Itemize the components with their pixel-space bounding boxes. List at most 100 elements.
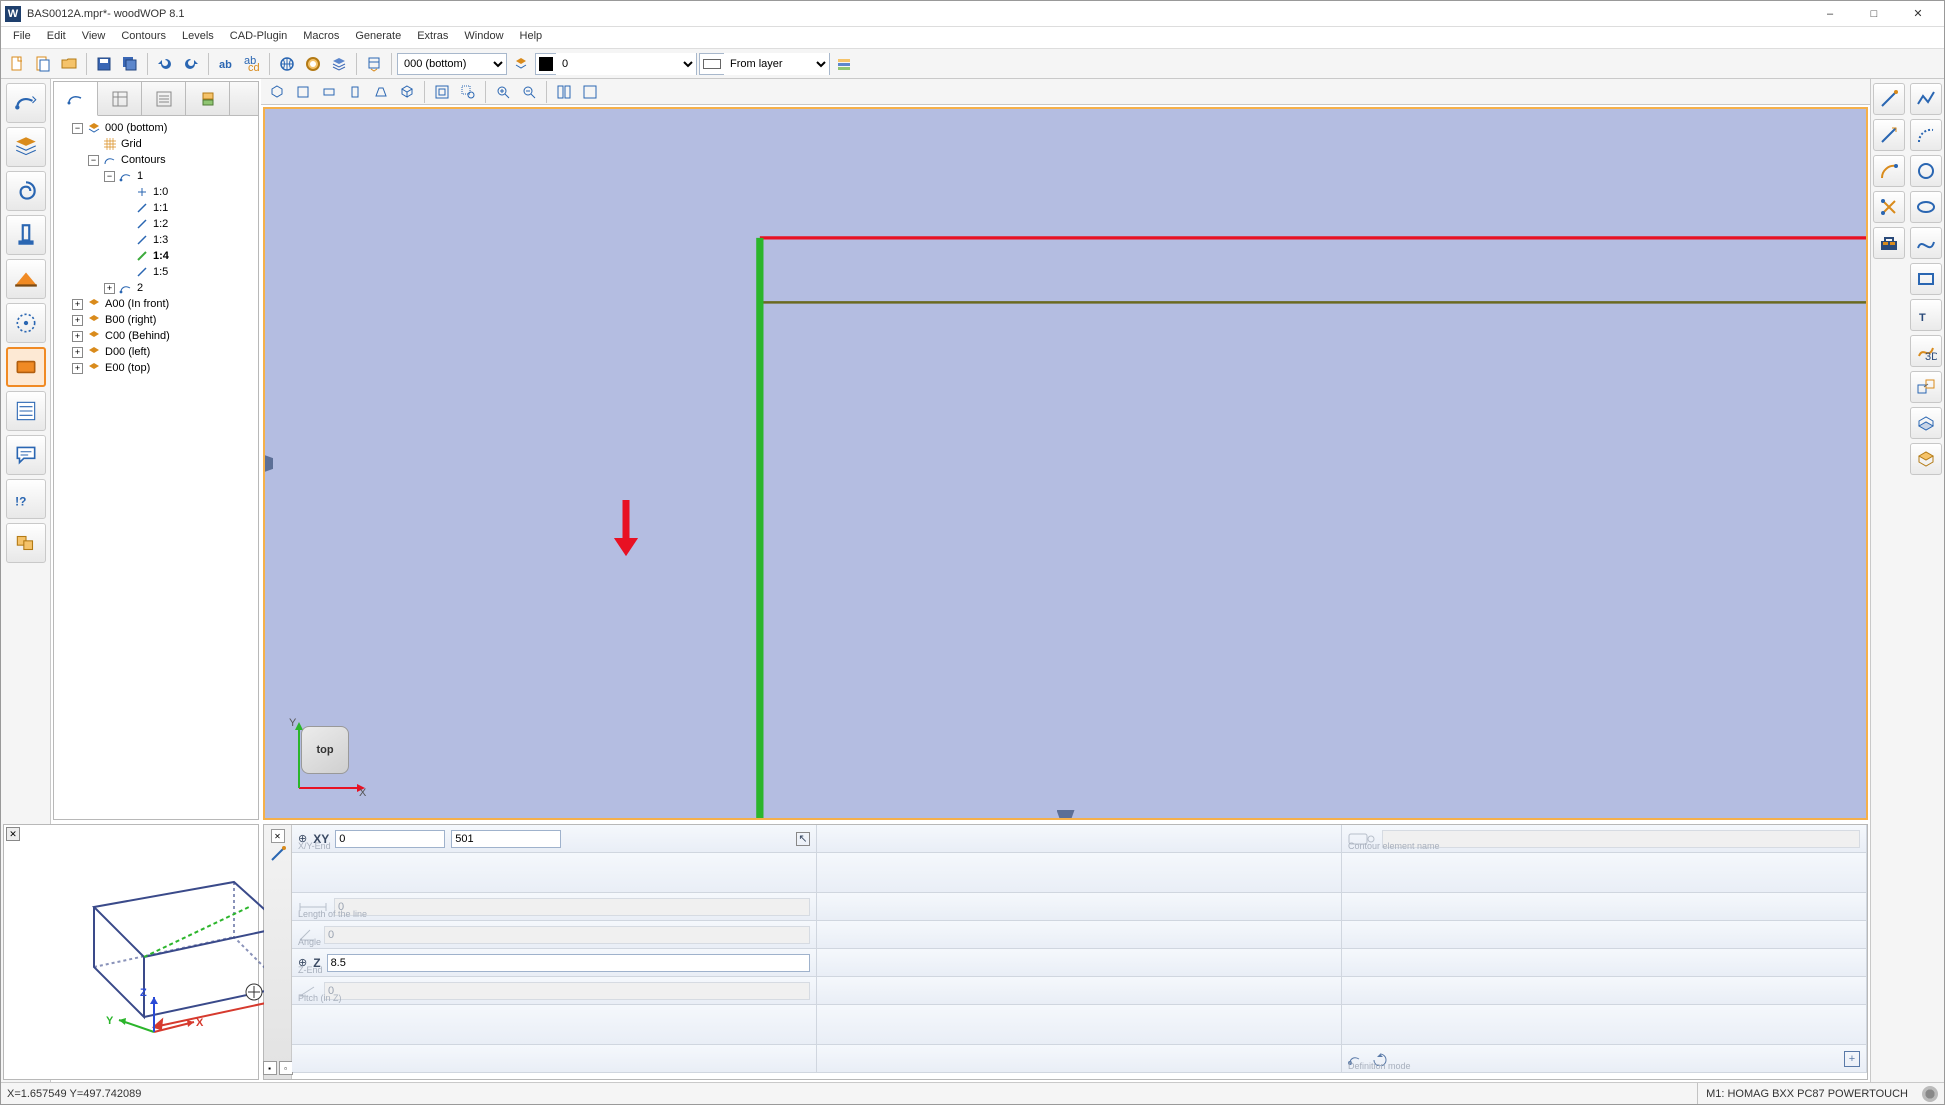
contour-tool[interactable] xyxy=(6,83,46,123)
tree-c1-0[interactable]: 1:0 xyxy=(153,186,168,198)
face-tool[interactable] xyxy=(1910,443,1942,475)
menu-cad-plugin[interactable]: CAD-Plugin xyxy=(222,27,295,48)
comment-tool[interactable] xyxy=(6,435,46,475)
view-persp-button[interactable] xyxy=(369,80,393,104)
tree-tab-contour[interactable] xyxy=(54,82,98,116)
spline-tool[interactable] xyxy=(1910,227,1942,259)
single-view-button[interactable] xyxy=(578,80,602,104)
menu-window[interactable]: Window xyxy=(456,27,511,48)
zoom-in-button[interactable] xyxy=(491,80,515,104)
open-button[interactable] xyxy=(57,52,81,76)
tree-tab-list[interactable] xyxy=(142,82,186,115)
new-button[interactable] xyxy=(5,52,29,76)
expand-icon[interactable]: ↖ xyxy=(796,832,810,846)
view-front-button[interactable] xyxy=(317,80,341,104)
prop-y-input[interactable] xyxy=(451,830,561,848)
transform-tool[interactable] xyxy=(1910,371,1942,403)
prop-angle-input[interactable] xyxy=(324,926,810,944)
preview-3d[interactable]: ✕ xyxy=(3,824,259,1080)
axis-view-cube[interactable]: top xyxy=(301,726,349,774)
tree-c2[interactable]: 2 xyxy=(137,282,143,294)
spiral-tool[interactable] xyxy=(6,171,46,211)
layers-button[interactable] xyxy=(327,52,351,76)
menu-file[interactable]: File xyxy=(5,27,39,48)
menu-view[interactable]: View xyxy=(74,27,114,48)
propgrid-mode2-icon[interactable]: ▫ xyxy=(279,1061,293,1075)
maximize-button[interactable]: □ xyxy=(1852,2,1896,26)
line-tool[interactable] xyxy=(1873,83,1905,115)
prop-z-input[interactable] xyxy=(327,954,810,972)
saw-tool[interactable] xyxy=(6,303,46,343)
list-tool[interactable] xyxy=(6,391,46,431)
clamp-tool[interactable] xyxy=(6,215,46,255)
rect-tool[interactable] xyxy=(1910,263,1942,295)
tree-face-c[interactable]: C00 (Behind) xyxy=(105,330,170,342)
save-all-button[interactable] xyxy=(118,52,142,76)
tree-root[interactable]: 000 (bottom) xyxy=(105,122,167,134)
axis-widget[interactable]: X Y top xyxy=(279,712,371,804)
3d-curve-tool[interactable]: 3D xyxy=(1910,335,1942,367)
prop-x-input[interactable] xyxy=(335,830,445,848)
arc2-tool[interactable] xyxy=(1873,155,1905,187)
text-tool[interactable]: T xyxy=(1910,299,1942,331)
tree-c1-4[interactable]: 1:4 xyxy=(153,250,169,262)
tree-c1-2[interactable]: 1:2 xyxy=(153,218,168,230)
ring-button[interactable] xyxy=(301,52,325,76)
menu-edit[interactable]: Edit xyxy=(39,27,74,48)
edge-tool[interactable] xyxy=(6,259,46,299)
variables-button[interactable]: ab xyxy=(214,52,238,76)
ellipse-tool[interactable] xyxy=(1910,191,1942,223)
view-3d-button[interactable] xyxy=(395,80,419,104)
tree-face-d[interactable]: D00 (left) xyxy=(105,346,150,358)
extrude-tool[interactable] xyxy=(1910,407,1942,439)
menu-levels[interactable]: Levels xyxy=(174,27,222,48)
tree-c1-3[interactable]: 1:3 xyxy=(153,234,168,246)
level-combo[interactable]: 000 (bottom) xyxy=(397,53,507,75)
layer-combo[interactable]: 0 xyxy=(556,53,696,75)
linestyle-combo[interactable]: From layer xyxy=(724,53,829,75)
layers-tool[interactable] xyxy=(6,127,46,167)
close-button[interactable]: ✕ xyxy=(1896,2,1940,26)
undo-button[interactable] xyxy=(153,52,177,76)
tree-tab-macro[interactable] xyxy=(98,82,142,115)
menu-help[interactable]: Help xyxy=(512,27,551,48)
arc-tool[interactable] xyxy=(1910,119,1942,151)
tree-c1-1[interactable]: 1:1 xyxy=(153,202,168,214)
replace-button[interactable]: abcd xyxy=(240,52,264,76)
circle-tool[interactable] xyxy=(1910,155,1942,187)
layer-manager-button[interactable] xyxy=(832,52,856,76)
generate-button[interactable] xyxy=(362,52,386,76)
trim-tool[interactable] xyxy=(1873,191,1905,223)
help-tool[interactable]: !? xyxy=(6,479,46,519)
redo-button[interactable] xyxy=(179,52,203,76)
save-button[interactable] xyxy=(92,52,116,76)
structure-tree[interactable]: −000 (bottom) Grid −Contours −1 1:0 1:1 … xyxy=(54,116,258,819)
menu-macros[interactable]: Macros xyxy=(295,27,347,48)
tree-c1-5[interactable]: 1:5 xyxy=(153,266,168,278)
menu-contours[interactable]: Contours xyxy=(113,27,174,48)
viewport[interactable]: X Y top xyxy=(263,107,1868,820)
tree-face-a[interactable]: A00 (In front) xyxy=(105,298,169,310)
propgrid-close-icon[interactable]: ✕ xyxy=(271,829,285,843)
polyline-tool[interactable] xyxy=(1910,83,1942,115)
zoom-extents-button[interactable] xyxy=(430,80,454,104)
minimize-button[interactable]: – xyxy=(1808,2,1852,26)
zoom-window-button[interactable] xyxy=(456,80,480,104)
prop-pitch-input[interactable] xyxy=(324,982,810,1000)
new-from-template-button[interactable] xyxy=(31,52,55,76)
dim-line-tool[interactable] xyxy=(1873,119,1905,151)
view-iso-button[interactable] xyxy=(265,80,289,104)
tree-face-e[interactable]: E00 (top) xyxy=(105,362,150,374)
globe-button[interactable] xyxy=(275,52,299,76)
tree-tab-nc[interactable] xyxy=(186,82,230,115)
split-view-button[interactable] xyxy=(552,80,576,104)
toolbox-tool[interactable] xyxy=(1873,227,1905,259)
viewport-split-bottom[interactable] xyxy=(1057,810,1075,820)
status-gear-icon[interactable] xyxy=(1922,1086,1938,1102)
block-tool[interactable] xyxy=(6,523,46,563)
zoom-out-button[interactable] xyxy=(517,80,541,104)
tree-c1[interactable]: 1 xyxy=(137,170,143,182)
prop-elem-name-input[interactable] xyxy=(1382,830,1860,848)
menu-extras[interactable]: Extras xyxy=(409,27,456,48)
tree-contours[interactable]: Contours xyxy=(121,154,166,166)
